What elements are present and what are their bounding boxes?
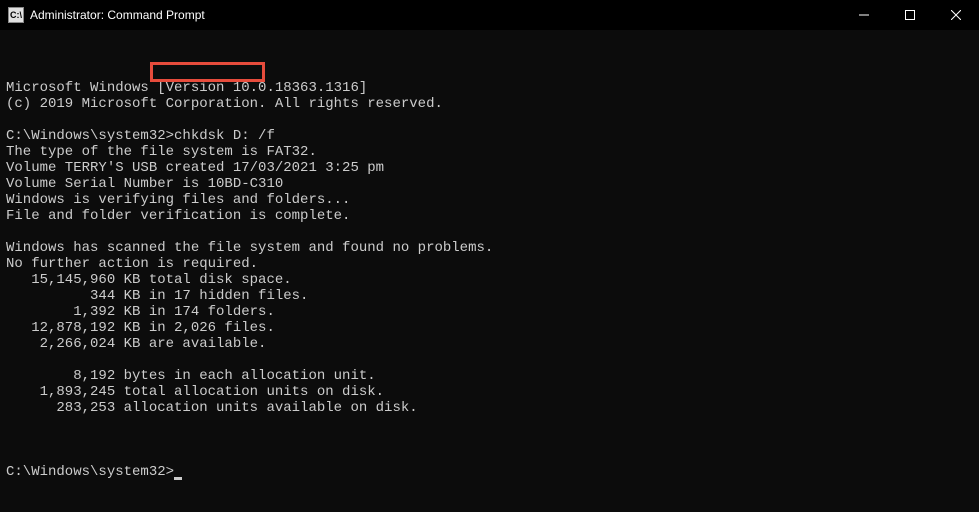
command-prompt-window: C:\ Administrator: Command Prompt <box>0 0 979 512</box>
terminal-line: 12,878,192 KB in 2,026 files. <box>6 320 973 336</box>
prompt-text: C:\Windows\system32> <box>6 464 174 480</box>
terminal-line: The type of the file system is FAT32. <box>6 144 973 160</box>
maximize-icon <box>905 10 915 20</box>
terminal-line: 15,145,960 KB total disk space. <box>6 272 973 288</box>
cursor <box>174 477 182 480</box>
terminal-line: 1,392 KB in 174 folders. <box>6 304 973 320</box>
app-icon: C:\ <box>8 7 24 23</box>
maximize-button[interactable] <box>887 0 933 30</box>
minimize-icon <box>859 10 869 20</box>
terminal-line: 2,266,024 KB are available. <box>6 336 973 352</box>
terminal-area[interactable]: Microsoft Windows [Version 10.0.18363.13… <box>0 30 979 512</box>
minimize-button[interactable] <box>841 0 887 30</box>
terminal-line: 8,192 bytes in each allocation unit. <box>6 368 973 384</box>
terminal-line: Volume TERRY'S USB created 17/03/2021 3:… <box>6 160 973 176</box>
terminal-line: Microsoft Windows [Version 10.0.18363.13… <box>6 80 973 96</box>
terminal-line <box>6 416 973 432</box>
window-title: Administrator: Command Prompt <box>30 8 841 22</box>
terminal-line: (c) 2019 Microsoft Corporation. All righ… <box>6 96 973 112</box>
command-highlight <box>150 62 265 82</box>
terminal-line: No further action is required. <box>6 256 973 272</box>
terminal-line: 283,253 allocation units available on di… <box>6 400 973 416</box>
terminal-line <box>6 224 973 240</box>
terminal-line <box>6 352 973 368</box>
window-controls <box>841 0 979 30</box>
terminal-line: C:\Windows\system32>chkdsk D: /f <box>6 128 973 144</box>
terminal-line: Windows is verifying files and folders..… <box>6 192 973 208</box>
terminal-line: 344 KB in 17 hidden files. <box>6 288 973 304</box>
close-icon <box>951 10 961 20</box>
close-button[interactable] <box>933 0 979 30</box>
terminal-line: Volume Serial Number is 10BD-C310 <box>6 176 973 192</box>
terminal-output: Microsoft Windows [Version 10.0.18363.13… <box>6 80 973 432</box>
terminal-line: 1,893,245 total allocation units on disk… <box>6 384 973 400</box>
terminal-line <box>6 112 973 128</box>
terminal-line: File and folder verification is complete… <box>6 208 973 224</box>
terminal-line: Windows has scanned the file system and … <box>6 240 973 256</box>
prompt-line: C:\Windows\system32> <box>6 464 973 480</box>
titlebar[interactable]: C:\ Administrator: Command Prompt <box>0 0 979 30</box>
